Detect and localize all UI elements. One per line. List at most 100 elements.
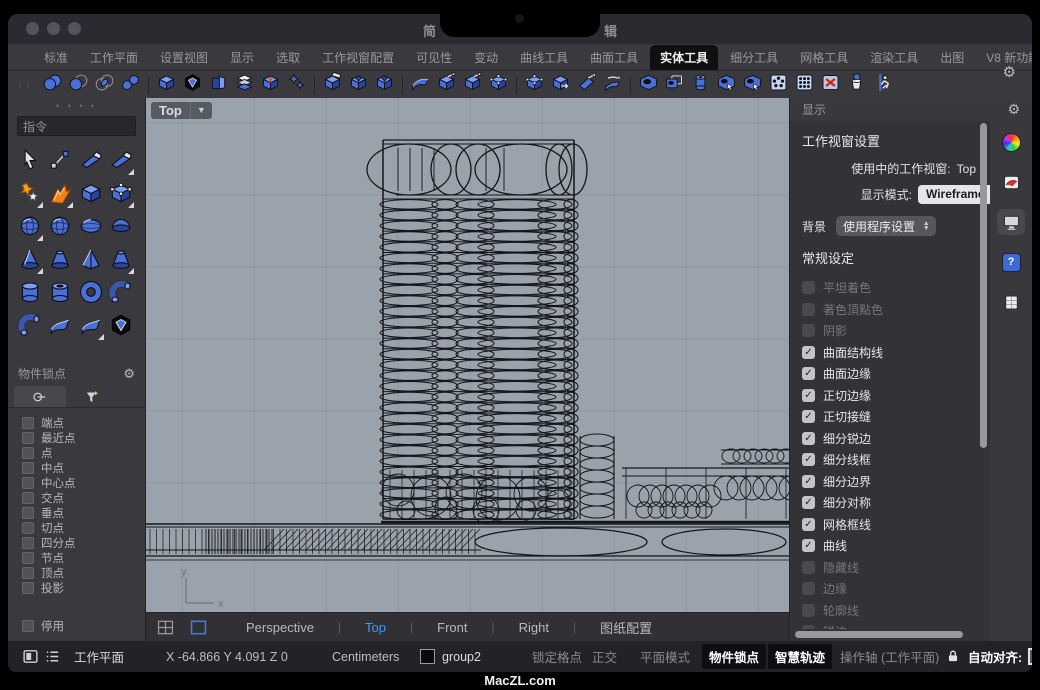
zoom-button[interactable] <box>68 22 81 35</box>
display-option-row[interactable]: 著色頂點色 <box>802 299 976 321</box>
vp-tab-right[interactable]: Right <box>495 620 573 635</box>
checkbox[interactable] <box>802 496 815 509</box>
sheets-tab[interactable] <box>997 289 1025 315</box>
move-points-icon[interactable] <box>46 148 74 176</box>
display-option-row[interactable]: 正切接缝 <box>802 406 976 428</box>
single-viewport-icon[interactable] <box>189 619 208 636</box>
display-option-row[interactable]: 细分线框 <box>802 449 976 471</box>
tab-curve-tools[interactable]: 曲线工具 <box>510 45 578 70</box>
viewport-top[interactable]: Top ▼ xy <box>146 98 789 612</box>
checkbox[interactable] <box>802 389 815 402</box>
tab-set-view[interactable]: 设置视图 <box>150 45 218 70</box>
pipe-2-icon[interactable] <box>16 313 44 341</box>
tab-cplane[interactable]: 工作平面 <box>80 45 148 70</box>
display-option-row[interactable]: 正切边缘 <box>802 385 976 407</box>
grid-hole-array-icon[interactable] <box>792 73 816 97</box>
display-option-row[interactable]: 锐边 <box>802 621 976 629</box>
move-hole-icon[interactable] <box>714 73 738 97</box>
layers-tab[interactable] <box>997 169 1025 195</box>
bucket-icon[interactable] <box>844 73 868 97</box>
osnap-checkbox-row[interactable]: 顶点 <box>22 565 145 580</box>
tube-icon[interactable] <box>46 280 74 308</box>
checkbox[interactable] <box>22 537 34 549</box>
checkbox[interactable] <box>22 477 34 489</box>
background-select[interactable]: 使用程序设置 ▲▼ <box>836 216 936 236</box>
polyhedron-dark-icon[interactable] <box>107 313 135 341</box>
display-option-row[interactable]: 轮廓线 <box>802 600 976 622</box>
rotate-slab-icon[interactable] <box>600 73 624 97</box>
copy-hole-icon[interactable] <box>662 73 686 97</box>
display-option-row[interactable]: 细分锐边 <box>802 428 976 450</box>
extrude-curve-icon[interactable] <box>46 313 74 341</box>
checkbox[interactable] <box>802 281 815 294</box>
statusbar-osnap-toggle[interactable]: 物件锁点 <box>702 641 766 672</box>
statusbar-grid-snap[interactable]: 锁定格点 <box>532 641 582 672</box>
properties-tab[interactable] <box>997 129 1025 155</box>
cube-notch-icon[interactable] <box>346 73 370 97</box>
torus-icon[interactable] <box>77 280 105 308</box>
rotate-hole-icon[interactable] <box>740 73 764 97</box>
delete-hole-icon[interactable] <box>818 73 842 97</box>
truncated-cone-icon[interactable] <box>46 247 74 275</box>
osnap-checkbox-row[interactable]: 四分点 <box>22 535 145 550</box>
osnap-tab-snaps[interactable] <box>14 386 66 407</box>
display-option-row[interactable]: 细分边界 <box>802 471 976 493</box>
osnap-checkbox-row[interactable]: 交点 <box>22 490 145 505</box>
tab-drafting[interactable]: 出图 <box>930 45 974 70</box>
checkbox[interactable] <box>22 492 34 504</box>
checkbox[interactable] <box>22 507 34 519</box>
osnap-checkbox-row[interactable]: 点 <box>22 445 145 460</box>
statusbar-smarttrack-toggle[interactable]: 智慧轨迹 <box>768 641 832 672</box>
osnap-checkbox-row[interactable]: 投影 <box>22 580 145 595</box>
checkbox[interactable] <box>802 453 815 466</box>
statusbar-cplane[interactable]: 工作平面 <box>74 641 124 672</box>
curved-slab-icon[interactable] <box>408 73 432 97</box>
four-viewports-icon[interactable] <box>156 619 175 636</box>
osnap-tab-filter[interactable] <box>66 386 118 407</box>
checkbox[interactable] <box>22 462 34 474</box>
checkbox[interactable] <box>22 552 34 564</box>
display-option-row[interactable]: 细分对称 <box>802 492 976 514</box>
sphere-points-icon[interactable] <box>46 214 74 242</box>
statusbar-auto-align[interactable]: 自动对齐: <box>968 641 1032 672</box>
checkbox[interactable] <box>22 447 34 459</box>
checkbox[interactable] <box>802 346 815 359</box>
explode-arrow-icon[interactable] <box>46 181 74 209</box>
panel-toggle-icon[interactable] <box>22 641 39 672</box>
checkbox[interactable] <box>802 324 815 337</box>
tab-render-tools[interactable]: 渲染工具 <box>860 45 928 70</box>
sphere-icon[interactable] <box>16 214 44 242</box>
circular-hole-array-icon[interactable] <box>766 73 790 97</box>
statusbar-units[interactable]: Centimeters <box>332 641 399 672</box>
fillet-edge-icon[interactable] <box>320 73 344 97</box>
osnap-checkbox-row[interactable]: 中点 <box>22 460 145 475</box>
osnap-checkbox-row[interactable]: 中心点 <box>22 475 145 490</box>
cube-points-icon[interactable] <box>522 73 546 97</box>
explode-burst-icon[interactable] <box>16 181 44 209</box>
viewport-title[interactable]: Top <box>151 102 190 119</box>
trim-icon[interactable] <box>77 148 105 176</box>
vp-tab-perspective[interactable]: Perspective <box>222 620 338 635</box>
pointer-tool-icon[interactable] <box>16 148 44 176</box>
checkbox[interactable] <box>22 432 34 444</box>
tab-subd-tools[interactable]: 细分工具 <box>720 45 788 70</box>
minimize-button[interactable] <box>47 22 60 35</box>
help-tab[interactable]: ? <box>997 249 1025 275</box>
display-option-row[interactable]: 曲面结构线 <box>802 342 976 364</box>
box-edge-icon[interactable] <box>154 73 178 97</box>
stack-layers-icon[interactable] <box>232 73 256 97</box>
tube-hole-icon[interactable] <box>688 73 712 97</box>
tab-standard[interactable]: 标准 <box>34 45 78 70</box>
vp-tab-top[interactable]: Top <box>341 620 410 635</box>
statusbar-gumball[interactable]: 操作轴 (工作平面) <box>840 641 939 672</box>
checkbox[interactable] <box>802 518 815 531</box>
checkbox[interactable] <box>802 539 815 552</box>
truncated-pyramid-icon[interactable] <box>107 247 135 275</box>
checkbox[interactable] <box>802 561 815 574</box>
vp-tab-layout[interactable]: 图纸配置 <box>576 618 676 637</box>
tab-transform[interactable]: 变动 <box>464 45 508 70</box>
extrude-curve-2-icon[interactable] <box>77 313 105 341</box>
display-option-row[interactable]: 曲面边缘 <box>802 363 976 385</box>
checkbox[interactable] <box>22 582 34 594</box>
ellipsoid-icon[interactable] <box>77 214 105 242</box>
